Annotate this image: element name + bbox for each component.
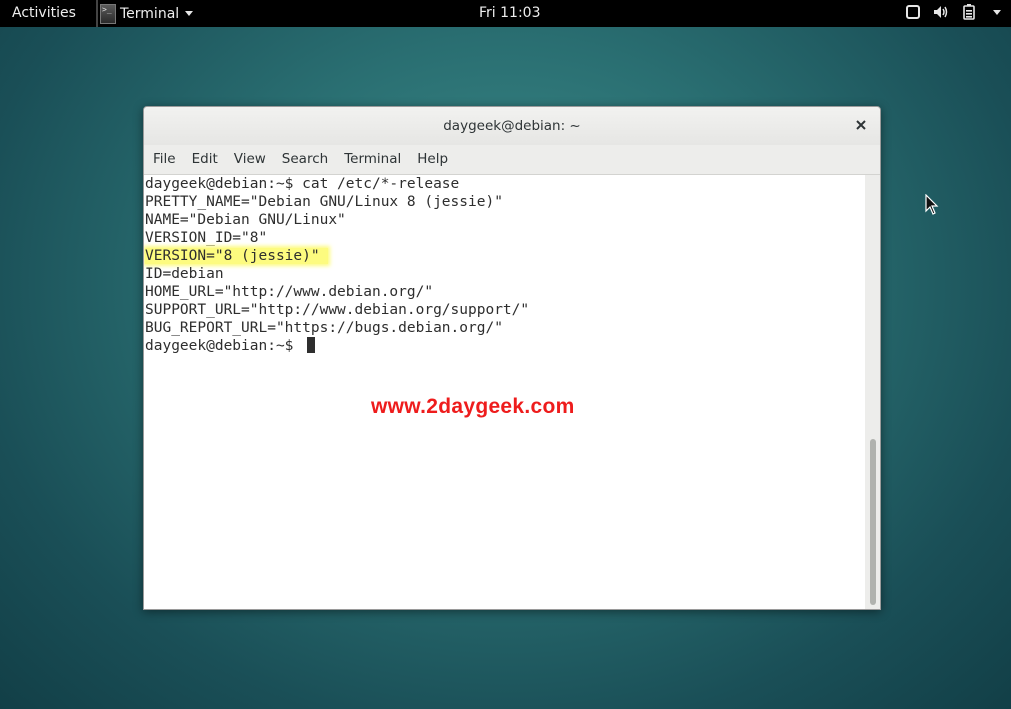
menu-bar: File Edit View Search Terminal Help [144,145,880,175]
terminal-line: PRETTY_NAME="Debian GNU/Linux 8 (jessie)… [145,194,503,210]
scrollbar[interactable] [865,175,880,609]
watermark: www.2daygeek.com [371,395,575,418]
terminal-output[interactable]: daygeek@debian:~$ cat /etc/*-release PRE… [144,175,865,609]
clock[interactable]: Fri 11:03 [479,5,540,21]
terminal-line: VERSION_ID="8" [145,230,268,246]
close-button[interactable] [854,118,868,132]
scrollbar-thumb[interactable] [870,439,876,605]
terminal-line: HOME_URL="http://www.debian.org/" [145,284,434,300]
version-highlight: VERSION="8 (jessie)" [145,248,328,264]
battery-icon[interactable] [961,4,977,20]
window-title: daygeek@debian: ~ [443,118,581,134]
terminal-line: ID=debian [145,266,224,282]
terminal-line: SUPPORT_URL="http://www.debian.org/suppo… [145,302,530,318]
window-titlebar[interactable]: daygeek@debian: ~ [144,107,880,145]
menu-edit[interactable]: Edit [184,145,226,174]
app-menu[interactable]: >_ Terminal [96,0,194,27]
terminal-line-highlighted: VERSION="8 (jessie)" [144,247,865,265]
terminal-prompt-line: daygeek@debian:~$ [144,337,865,355]
terminal-line: daygeek@debian:~$ cat /etc/*-release [145,176,460,192]
terminal-line: BUG_REPORT_URL="https://bugs.debian.org/… [145,320,503,336]
menu-help[interactable]: Help [409,145,456,174]
mouse-pointer-icon [925,193,939,220]
system-tray[interactable] [905,4,1005,20]
chevron-down-icon[interactable] [989,4,1005,20]
menu-file[interactable]: File [145,145,184,174]
app-menu-label: Terminal [120,5,180,22]
terminal-app-icon: >_ [100,3,116,24]
text-cursor [307,337,316,353]
menu-view[interactable]: View [226,145,274,174]
prompt: daygeek@debian:~$ [145,338,303,354]
top-bar: Activities >_ Terminal Fri 11:03 [0,0,1011,27]
close-icon [856,120,866,130]
caret-down-icon [185,11,194,16]
terminal-line: NAME="Debian GNU/Linux" [145,212,346,228]
menu-search[interactable]: Search [274,145,336,174]
activities-button[interactable]: Activities [12,5,76,21]
menu-terminal[interactable]: Terminal [336,145,409,174]
volume-icon[interactable] [933,4,949,20]
terminal-window: daygeek@debian: ~ File Edit View Search … [143,106,881,610]
window-icon[interactable] [905,4,921,20]
